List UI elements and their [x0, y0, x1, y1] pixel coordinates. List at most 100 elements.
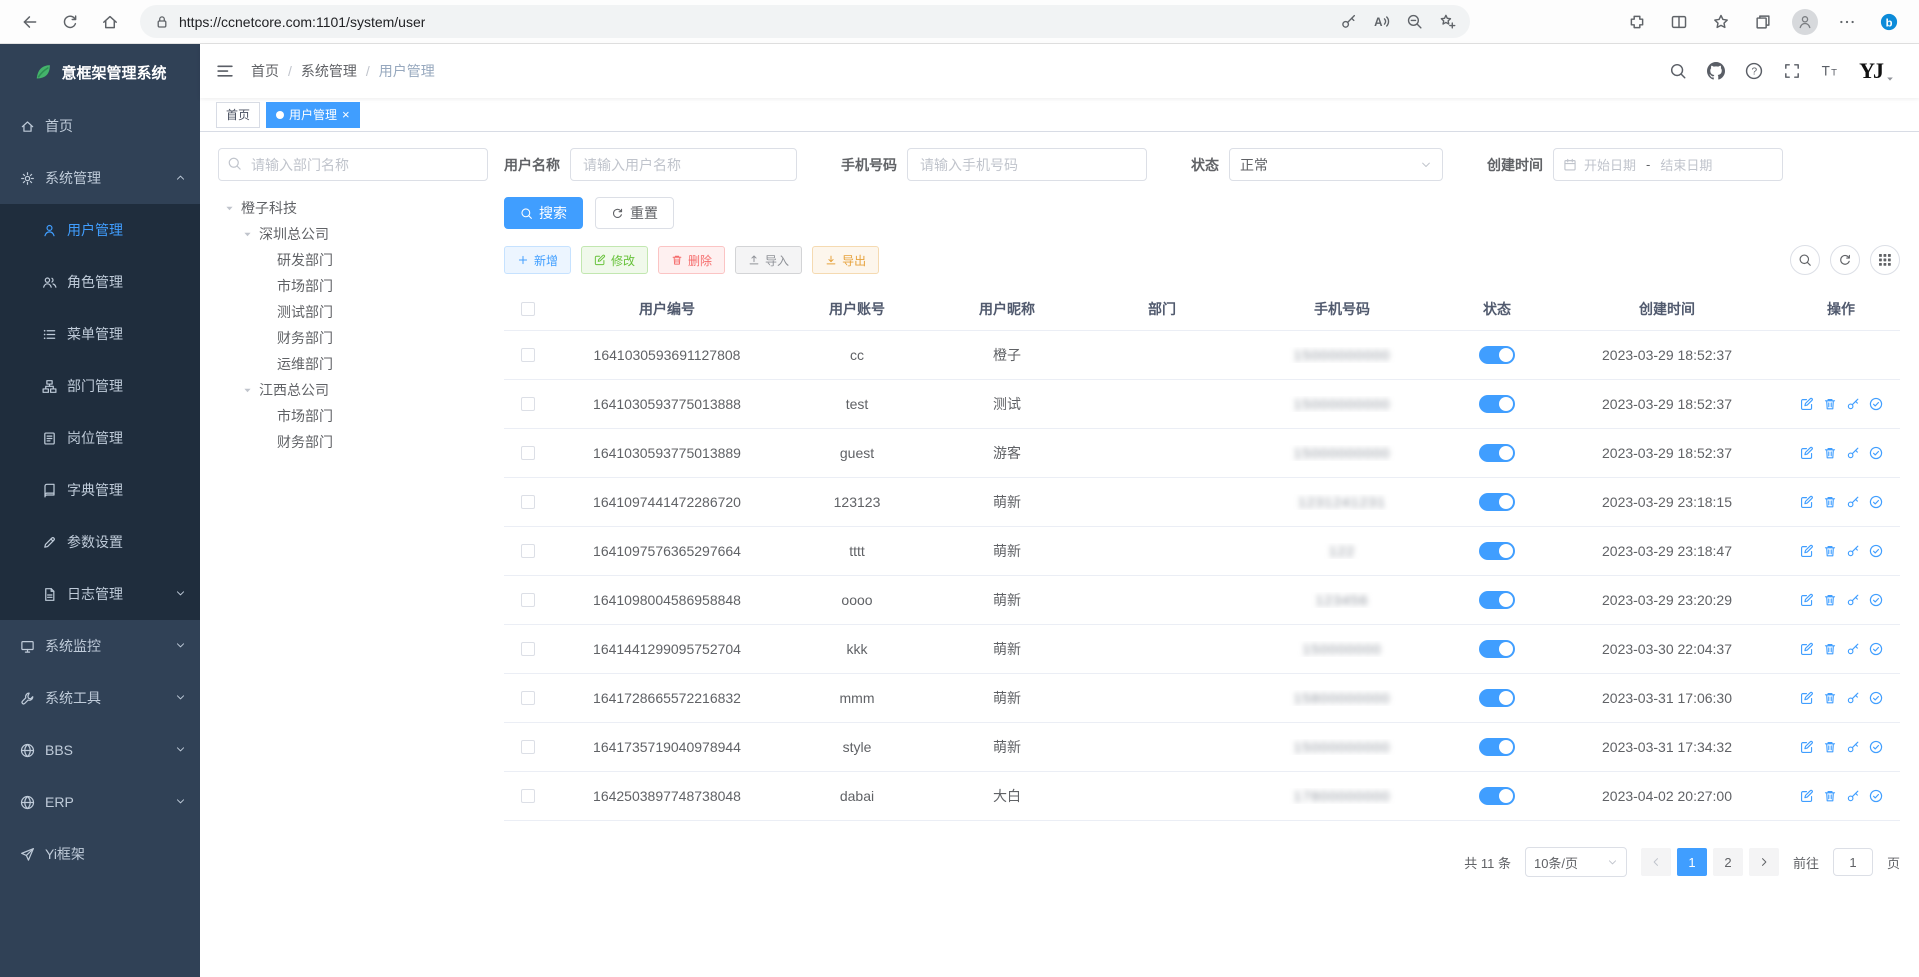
sidebar-item-10[interactable]: 系统监控 — [0, 620, 200, 672]
tree-node[interactable]: 财务部门 — [218, 429, 488, 455]
row-checkbox[interactable] — [521, 740, 535, 754]
collections-button[interactable] — [1745, 5, 1781, 39]
assign-role-button[interactable] — [1869, 593, 1883, 607]
edit-row-button[interactable] — [1800, 691, 1814, 705]
browser-home-button[interactable] — [92, 5, 128, 39]
edit-button[interactable]: 修改 — [581, 246, 648, 274]
status-toggle[interactable] — [1479, 738, 1515, 756]
assign-role-button[interactable] — [1869, 740, 1883, 754]
assign-role-button[interactable] — [1869, 789, 1883, 803]
add-favorite-icon[interactable] — [1439, 13, 1456, 30]
close-tab-icon[interactable]: × — [342, 108, 350, 121]
row-checkbox[interactable] — [521, 789, 535, 803]
sidebar-item-6[interactable]: 岗位管理 — [0, 412, 200, 464]
status-toggle[interactable] — [1479, 542, 1515, 560]
phone-input[interactable] — [907, 148, 1147, 181]
edit-row-button[interactable] — [1800, 446, 1814, 460]
page-button-1[interactable]: 1 — [1677, 848, 1707, 876]
date-range-picker[interactable]: 开始日期 - 结束日期 — [1553, 148, 1783, 181]
search-button[interactable]: 搜索 — [504, 197, 583, 229]
extensions-button[interactable] — [1619, 5, 1655, 39]
sidebar-item-7[interactable]: 字典管理 — [0, 464, 200, 516]
username-input[interactable] — [570, 148, 797, 181]
reset-password-button[interactable] — [1846, 397, 1860, 411]
next-page-button[interactable] — [1749, 848, 1779, 876]
edit-row-button[interactable] — [1800, 495, 1814, 509]
status-toggle[interactable] — [1479, 640, 1515, 658]
columns-button[interactable] — [1870, 245, 1900, 275]
sidebar-item-2[interactable]: 用户管理 — [0, 204, 200, 256]
add-button[interactable]: 新增 — [504, 246, 571, 274]
password-key-icon[interactable] — [1340, 13, 1357, 30]
tree-node[interactable]: 研发部门 — [218, 247, 488, 273]
delete-row-button[interactable] — [1823, 544, 1837, 558]
row-checkbox[interactable] — [521, 691, 535, 705]
toggle-search-button[interactable] — [1790, 245, 1820, 275]
zoom-out-icon[interactable] — [1406, 13, 1423, 30]
row-checkbox[interactable] — [521, 348, 535, 362]
reset-password-button[interactable] — [1846, 446, 1860, 460]
browser-menu-button[interactable] — [1829, 5, 1865, 39]
tree-node[interactable]: 市场部门 — [218, 403, 488, 429]
reset-password-button[interactable] — [1846, 593, 1860, 607]
user-avatar-menu[interactable]: YJ — [1859, 58, 1895, 84]
tree-node[interactable]: 财务部门 — [218, 325, 488, 351]
delete-row-button[interactable] — [1823, 691, 1837, 705]
browser-back-button[interactable] — [12, 5, 48, 39]
goto-page-input[interactable] — [1833, 848, 1873, 876]
edit-row-button[interactable] — [1800, 593, 1814, 607]
bing-chat-button[interactable]: b — [1871, 5, 1907, 39]
prev-page-button[interactable] — [1641, 848, 1671, 876]
select-all-checkbox[interactable] — [521, 302, 535, 316]
sidebar-item-12[interactable]: BBS — [0, 724, 200, 776]
refresh-table-button[interactable] — [1830, 245, 1860, 275]
sidebar-item-0[interactable]: 首页 — [0, 100, 200, 152]
assign-role-button[interactable] — [1869, 544, 1883, 558]
status-toggle[interactable] — [1479, 689, 1515, 707]
reset-password-button[interactable] — [1846, 642, 1860, 656]
sidebar-item-11[interactable]: 系统工具 — [0, 672, 200, 724]
page-button-2[interactable]: 2 — [1713, 848, 1743, 876]
status-toggle[interactable] — [1479, 444, 1515, 462]
tree-node[interactable]: 运维部门 — [218, 351, 488, 377]
delete-button[interactable]: 删除 — [658, 246, 725, 274]
tree-node[interactable]: 江西总公司 — [218, 377, 488, 403]
edit-row-button[interactable] — [1800, 544, 1814, 558]
status-toggle[interactable] — [1479, 493, 1515, 511]
fullscreen-icon[interactable] — [1783, 62, 1801, 80]
row-checkbox[interactable] — [521, 593, 535, 607]
assign-role-button[interactable] — [1869, 691, 1883, 705]
browser-address-bar[interactable]: https://ccnetcore.com:1101/system/user A — [140, 5, 1470, 38]
status-toggle[interactable] — [1479, 346, 1515, 364]
browser-refresh-button[interactable] — [52, 5, 88, 39]
assign-role-button[interactable] — [1869, 642, 1883, 656]
breadcrumb-item[interactable]: 首页 — [251, 61, 279, 81]
assign-role-button[interactable] — [1869, 397, 1883, 411]
delete-row-button[interactable] — [1823, 495, 1837, 509]
tab-1[interactable]: 用户管理× — [266, 102, 360, 128]
delete-row-button[interactable] — [1823, 642, 1837, 656]
row-checkbox[interactable] — [521, 495, 535, 509]
browser-profile-button[interactable] — [1787, 5, 1823, 39]
sidebar-item-3[interactable]: 角色管理 — [0, 256, 200, 308]
reset-password-button[interactable] — [1846, 789, 1860, 803]
sidebar-item-5[interactable]: 部门管理 — [0, 360, 200, 412]
favorites-button[interactable] — [1703, 5, 1739, 39]
edit-row-button[interactable] — [1800, 397, 1814, 411]
reset-button[interactable]: 重置 — [595, 197, 674, 229]
sidebar-item-13[interactable]: ERP — [0, 776, 200, 828]
reset-password-button[interactable] — [1846, 495, 1860, 509]
status-toggle[interactable] — [1479, 395, 1515, 413]
assign-role-button[interactable] — [1869, 495, 1883, 509]
status-select[interactable]: 正常 — [1229, 148, 1443, 181]
page-size-select[interactable]: 10条/页 — [1525, 847, 1627, 877]
tab-0[interactable]: 首页 — [216, 102, 260, 128]
row-checkbox[interactable] — [521, 397, 535, 411]
sidebar-item-14[interactable]: Yi框架 — [0, 828, 200, 880]
edit-row-button[interactable] — [1800, 740, 1814, 754]
tree-node[interactable]: 测试部门 — [218, 299, 488, 325]
edit-row-button[interactable] — [1800, 789, 1814, 803]
tree-node[interactable]: 深圳总公司 — [218, 221, 488, 247]
reset-password-button[interactable] — [1846, 544, 1860, 558]
row-checkbox[interactable] — [521, 642, 535, 656]
